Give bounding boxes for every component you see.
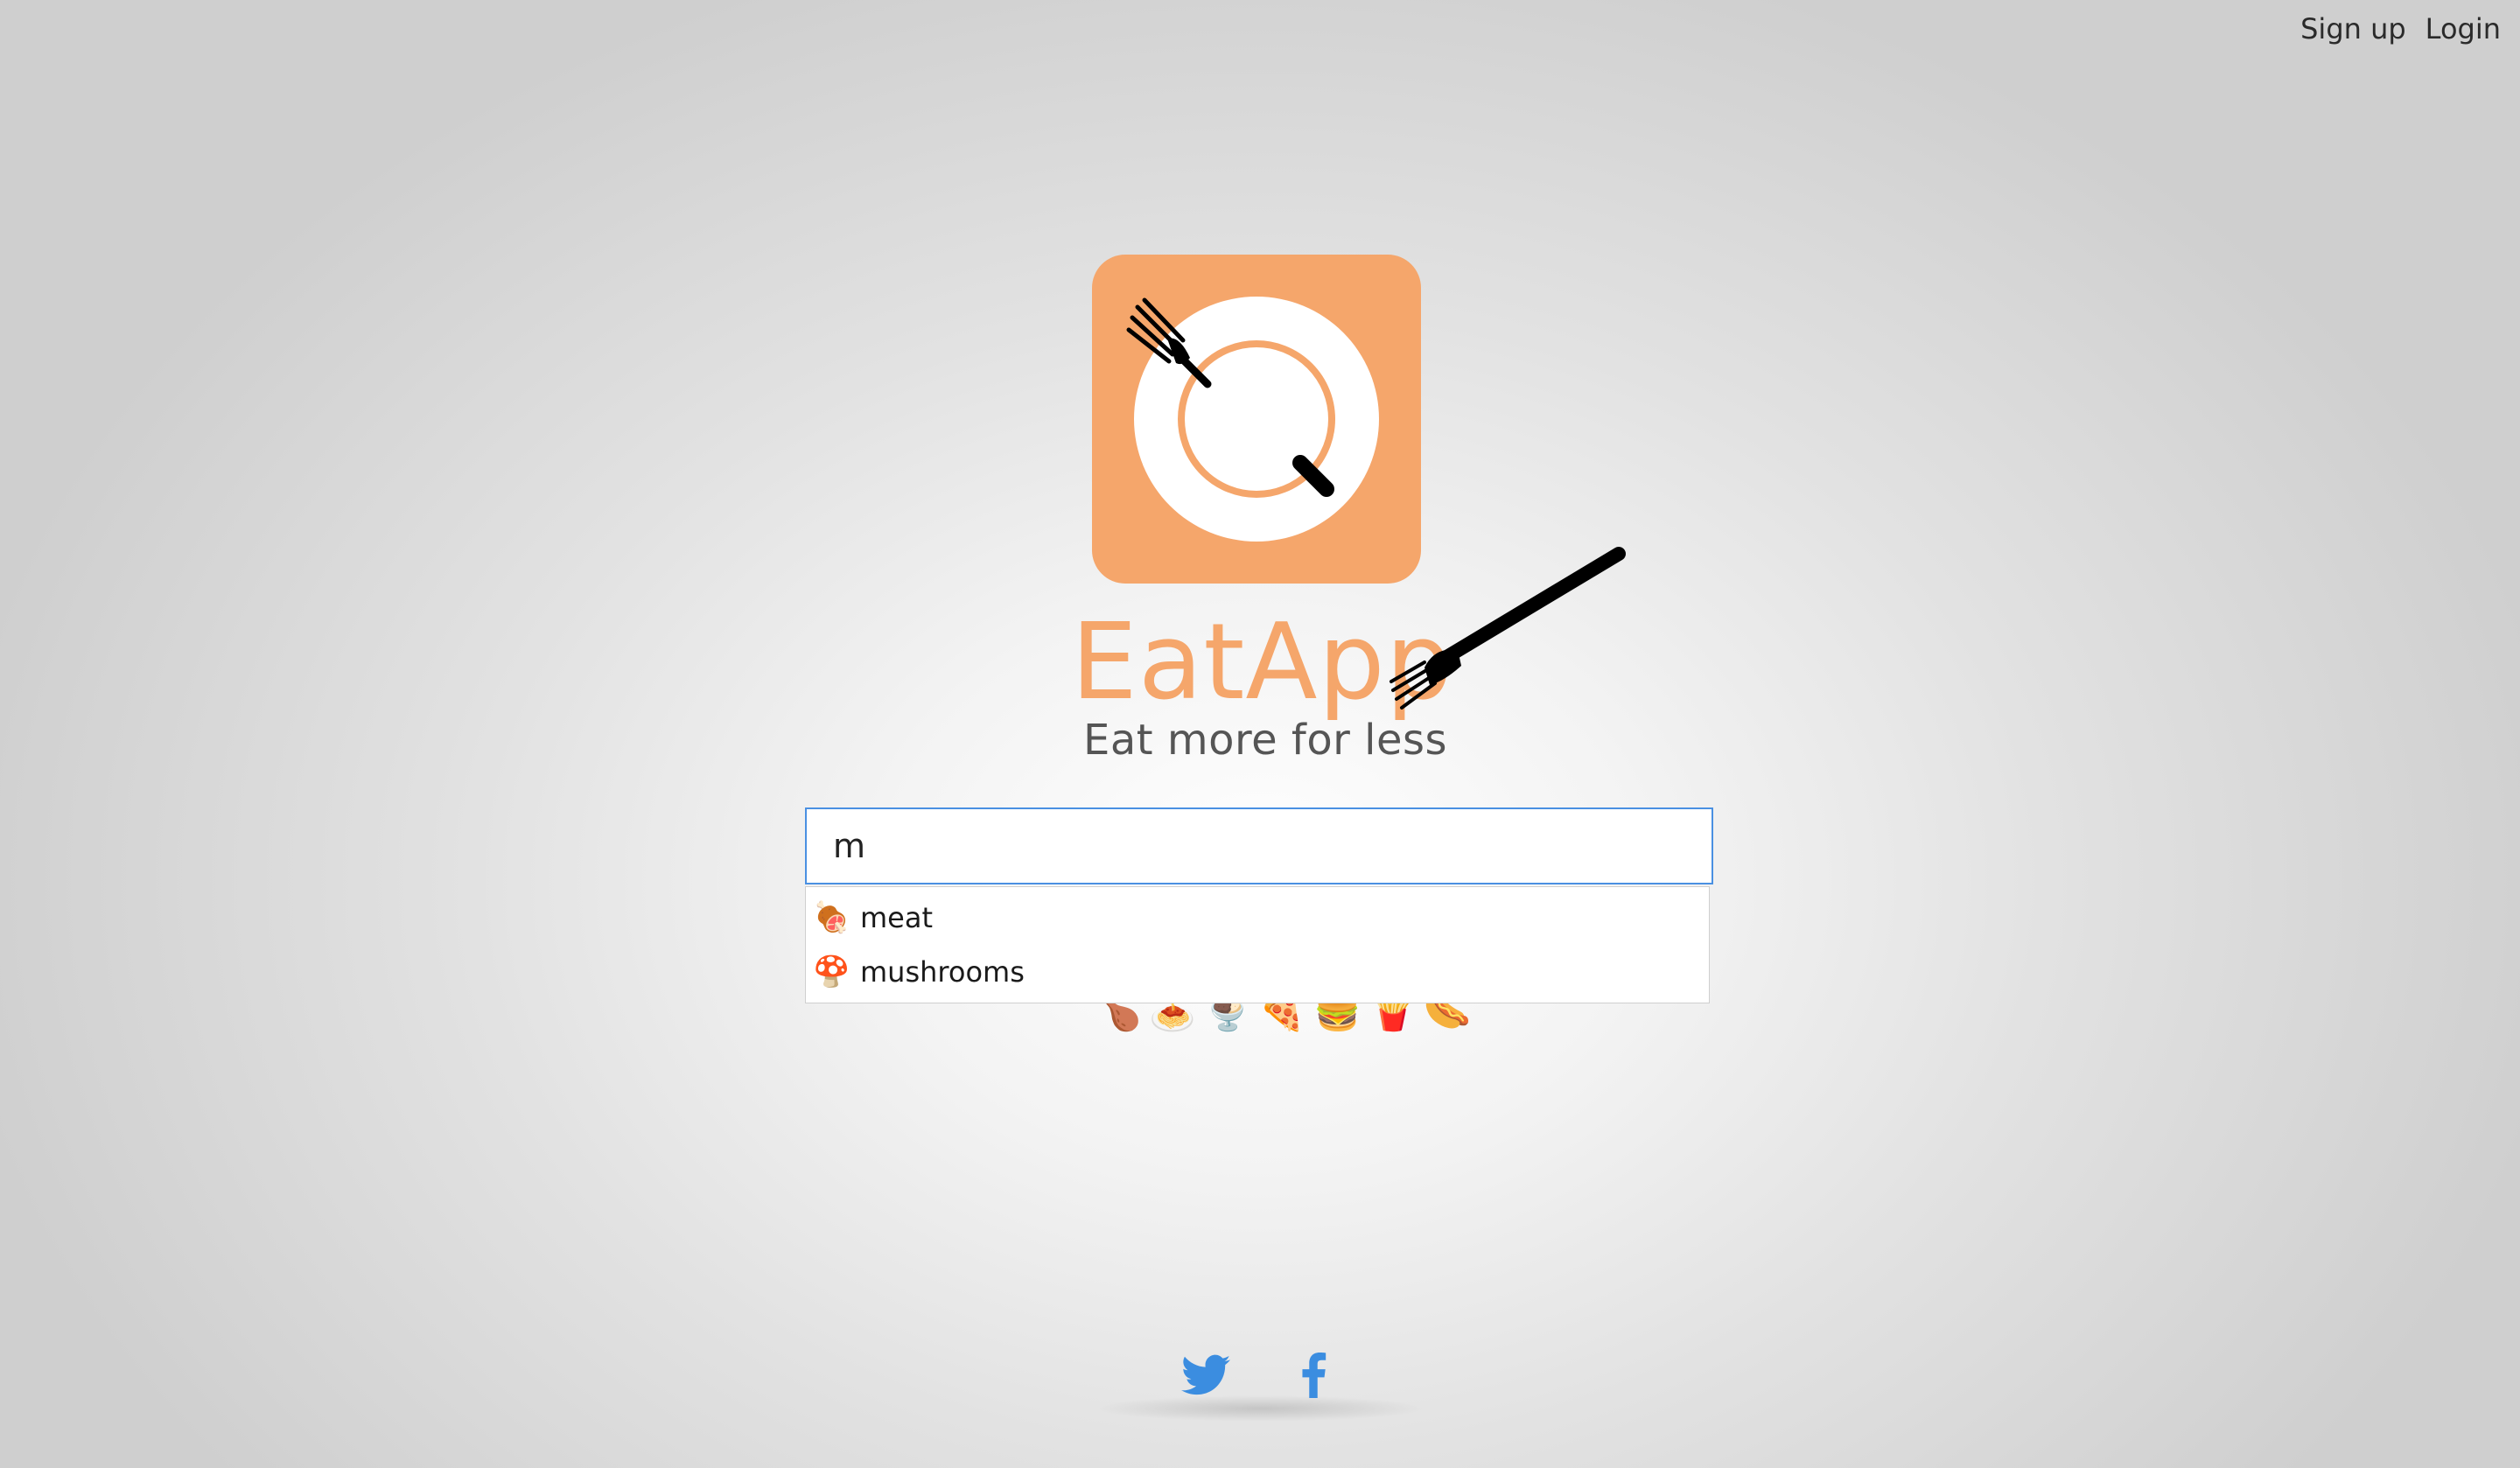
search-input[interactable] — [805, 807, 1713, 884]
mushroom-icon: 🍄 — [813, 954, 850, 989]
autocomplete-list: 🍖 meat 🍄 mushrooms — [805, 886, 1710, 1003]
suggestion-label: mushrooms — [860, 955, 1025, 989]
plate-fork-logo-icon — [1092, 255, 1421, 584]
social-links — [1172, 1347, 1348, 1409]
login-link[interactable]: Login — [2426, 12, 2501, 45]
signup-link[interactable]: Sign up — [2300, 12, 2406, 45]
tagline: Eat more for less — [1083, 716, 1448, 765]
meat-on-bone-icon: 🍖 — [813, 900, 850, 935]
suggestion-mushrooms[interactable]: 🍄 mushrooms — [806, 945, 1709, 999]
suggestion-meat[interactable]: 🍖 meat — [806, 891, 1709, 945]
facebook-icon[interactable] — [1300, 1353, 1326, 1398]
suggestion-label: meat — [860, 901, 934, 934]
app-logo — [1092, 255, 1421, 584]
fork-icon — [1390, 547, 1626, 710]
search-area: 🍖 meat 🍄 mushrooms — [805, 807, 1713, 1003]
twitter-icon[interactable] — [1181, 1354, 1230, 1396]
top-nav: Sign up Login — [2300, 12, 2501, 45]
